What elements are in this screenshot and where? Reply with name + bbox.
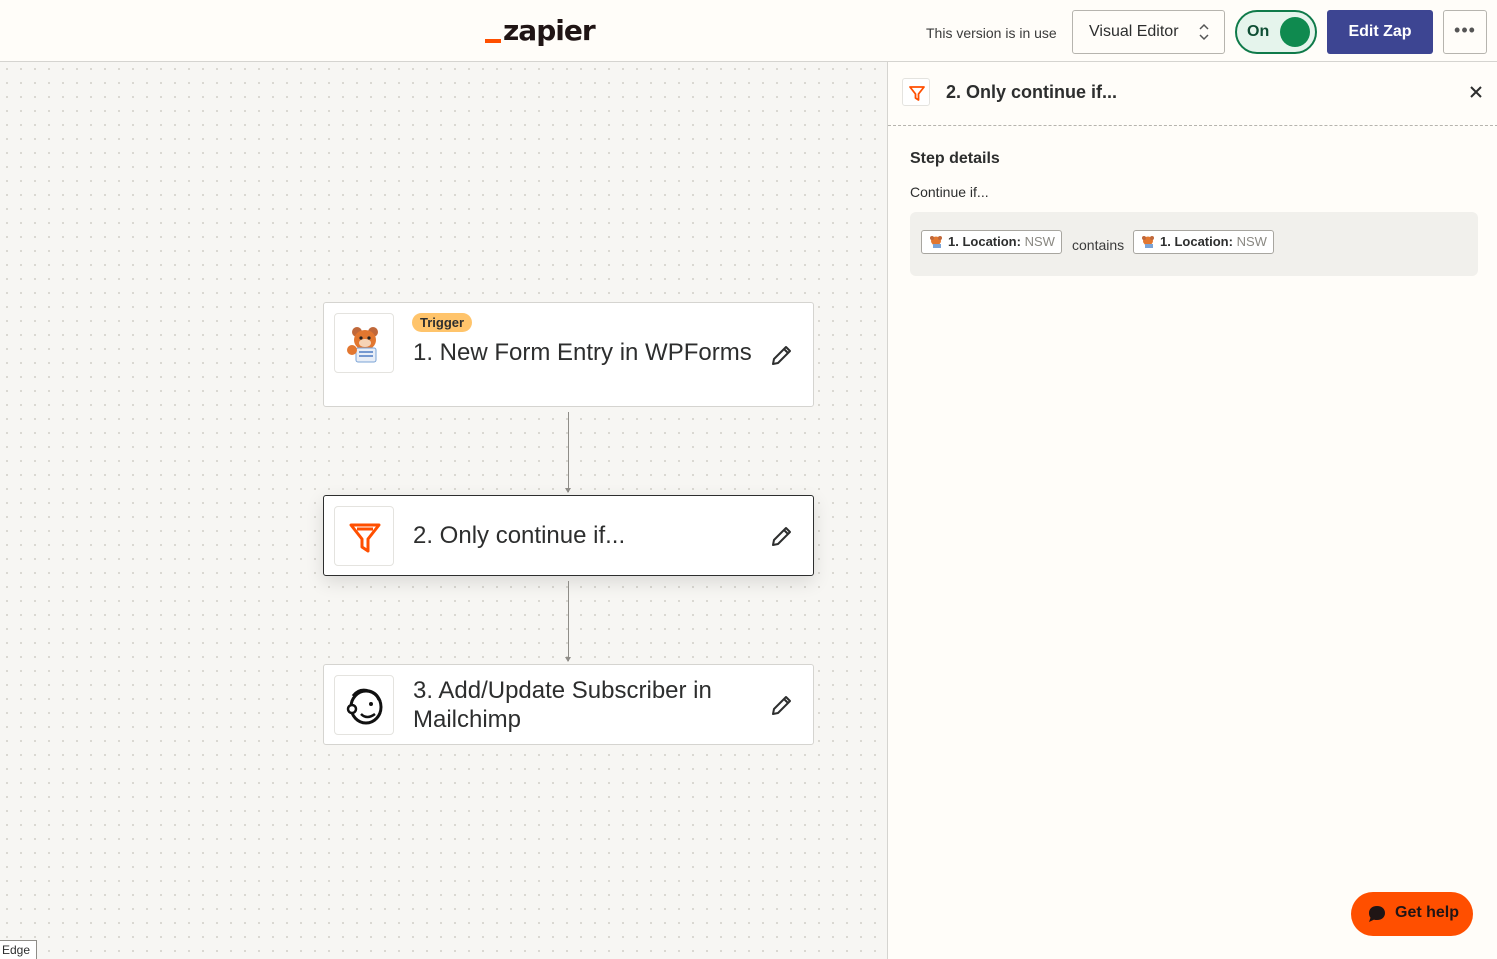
wpforms-bear-icon [930,236,942,248]
logo-dash-mark [485,39,501,43]
step-connector [565,412,571,493]
field-pill-left[interactable]: 1. Location: NSW [921,230,1062,254]
step-title: 2. Only continue if... [413,522,626,549]
top-header: zapier This version is in use Visual Edi… [0,0,1497,62]
condition-operator: contains [1072,237,1125,253]
step-title: 3. Add/Update Subscriber in Mailchimp [413,677,712,733]
step-title: 1. New Form Entry in WPForms [413,339,752,366]
zap-on-toggle[interactable]: On [1235,10,1317,54]
step-details-panel: 2. Only continue if... Step details Cont… [887,62,1497,959]
continue-if-label: Continue if... [910,184,989,200]
get-help-label: Get help [1395,904,1460,921]
toggle-knob [1280,17,1310,47]
chat-bubble-icon [1369,906,1385,922]
section-title: Step details [910,150,1000,167]
filter-icon [334,506,394,566]
mailchimp-icon [334,675,394,735]
more-options-button[interactable]: ••• [1443,10,1487,54]
editor-mode-label: Visual Editor [1089,23,1179,40]
pencil-edit-icon[interactable] [769,692,795,718]
field-key: 1. Location: [1160,234,1233,249]
filter-icon [902,78,930,106]
pencil-edit-icon[interactable] [769,523,795,549]
field-key: 1. Location: [948,234,1021,249]
zapier-logo[interactable]: zapier [485,14,596,47]
wpforms-bear-icon [1142,236,1154,248]
toggle-label: On [1247,23,1270,40]
close-icon[interactable] [1468,84,1484,100]
chevron-up-down-icon [1199,23,1209,41]
pencil-edit-icon[interactable] [769,342,795,368]
version-status-text: This version is in use [926,25,1057,41]
step-card-trigger[interactable]: Trigger 1. New Form Entry in WPForms [323,302,814,407]
panel-header: 2. Only continue if... [888,62,1497,126]
step-card-mailchimp[interactable]: 3. Add/Update Subscriber in Mailchimp [323,664,814,745]
field-value: NSW [1236,234,1267,249]
edge-tag: Edge [0,940,37,959]
field-value: NSW [1024,234,1055,249]
field-pill-right[interactable]: 1. Location: NSW [1133,230,1274,254]
filter-condition[interactable]: 1. Location: NSW contains 1. Location: N… [910,212,1478,276]
panel-title: 2. Only continue if... [946,82,1118,102]
editor-mode-select[interactable]: Visual Editor [1072,10,1225,54]
wpforms-bear-icon [334,313,394,373]
edit-zap-button[interactable]: Edit Zap [1327,10,1433,54]
step-card-filter[interactable]: 2. Only continue if... [323,495,814,576]
get-help-button[interactable]: Get help [1351,892,1473,936]
step-connector [565,581,571,662]
logo-text: zapier [503,14,596,47]
trigger-badge: Trigger [412,313,473,332]
